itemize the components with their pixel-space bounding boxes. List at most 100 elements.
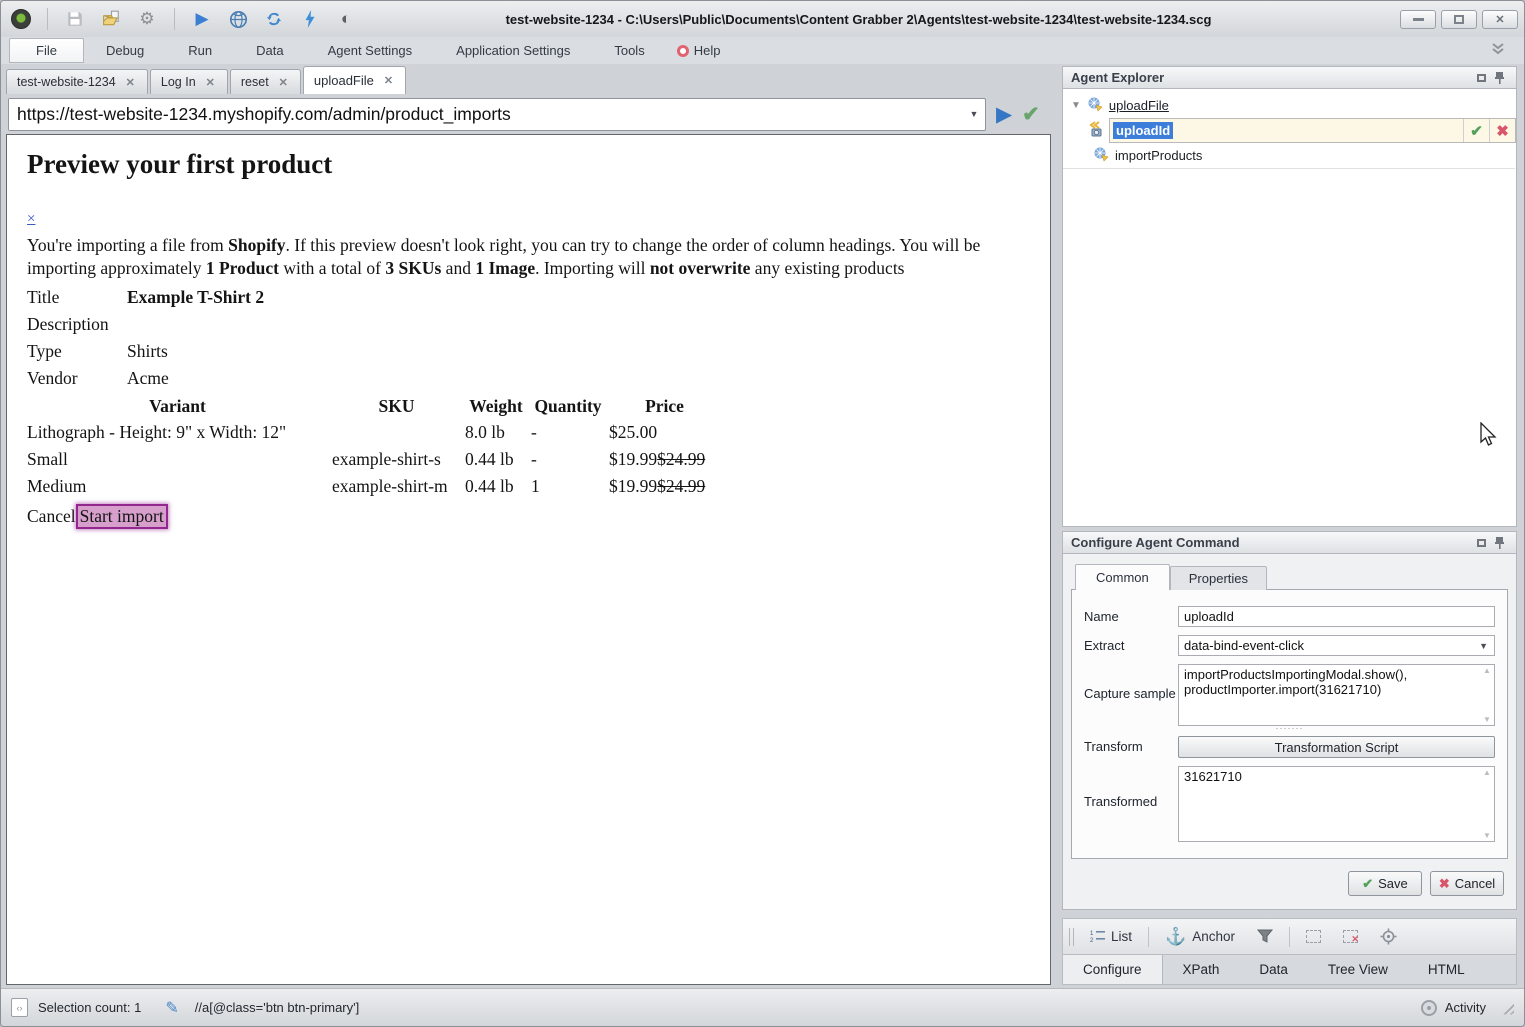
- transform-label: Transform: [1084, 736, 1178, 758]
- transformed-row: Transformed 31621710 ▲▼: [1084, 766, 1495, 842]
- menu-agent-settings[interactable]: Agent Settings: [306, 39, 435, 62]
- start-import-button[interactable]: Start import: [76, 504, 168, 529]
- run-icon[interactable]: ▶: [191, 8, 213, 30]
- resize-grip[interactable]: [1500, 1001, 1514, 1015]
- status-bar: ‹› Selection count: 1 ✎ //a[@class='btn …: [1, 988, 1524, 1026]
- extract-select[interactable]: data-bind-event-click ▼: [1178, 635, 1495, 656]
- x-icon: ✖: [1439, 876, 1450, 892]
- save-cancel-row: ✔ Save ✖ Cancel: [1071, 859, 1508, 896]
- browser-globe-icon[interactable]: [227, 8, 249, 30]
- list-icon: 12: [1090, 929, 1105, 944]
- extract-label: Extract: [1084, 635, 1178, 656]
- open-file-icon[interactable]: [100, 8, 122, 30]
- menu-data[interactable]: Data: [234, 39, 305, 62]
- select-region-button[interactable]: [1300, 927, 1327, 946]
- panel-maximize-icon[interactable]: [1472, 74, 1490, 82]
- tab-close-icon[interactable]: ✕: [382, 74, 395, 87]
- settings-gear-icon[interactable]: ⚙: [136, 8, 158, 30]
- app-logo-icon[interactable]: [11, 9, 31, 29]
- apply-check-icon[interactable]: ✔: [1022, 104, 1040, 125]
- tab-uploadfile[interactable]: uploadFile✕: [303, 66, 406, 94]
- maximize-button[interactable]: [1441, 10, 1477, 29]
- tab-reset[interactable]: reset✕: [230, 69, 301, 94]
- tab-close-icon[interactable]: ✕: [204, 76, 217, 89]
- menu-run[interactable]: Run: [166, 39, 234, 62]
- cancel-rename-icon[interactable]: ✖: [1489, 119, 1515, 142]
- transformation-script-button[interactable]: Transformation Script: [1178, 736, 1495, 758]
- tab-html[interactable]: HTML: [1408, 955, 1485, 984]
- tab-configure[interactable]: Configure: [1063, 955, 1163, 984]
- save-button[interactable]: ✔ Save: [1348, 871, 1422, 896]
- product-fields: TitleExample T-Shirt 2 Description TypeS…: [27, 284, 1050, 392]
- clear-selection-button[interactable]: ✕: [1337, 927, 1364, 946]
- tree-item-uploadfile[interactable]: ▼ uploadFile: [1063, 93, 1516, 118]
- command-form: Name Extract data-bind-event-click ▼: [1071, 589, 1508, 859]
- toolbar-grip[interactable]: [1069, 928, 1074, 946]
- tree-item-uploadid[interactable]: uploadId ✔ ✖: [1089, 118, 1516, 143]
- window-controls: ✕: [1400, 10, 1518, 29]
- page-title: Preview your first product: [27, 149, 1050, 180]
- tree-item-importproducts[interactable]: importProducts: [1063, 143, 1515, 169]
- tab-data[interactable]: Data: [1239, 955, 1308, 984]
- configure-panel-title: Configure Agent Command: [1071, 535, 1240, 550]
- view-tabs: Configure XPath Data Tree View HTML: [1062, 955, 1517, 985]
- tab-properties[interactable]: Properties: [1170, 566, 1267, 590]
- name-input[interactable]: [1178, 606, 1495, 627]
- tab-xpath[interactable]: XPath: [1163, 955, 1240, 984]
- title-bar: ⚙ ▶ ◐ test-website-1234 - C:\Users\Publi…: [1, 1, 1524, 37]
- save-icon[interactable]: [64, 8, 86, 30]
- minimize-button[interactable]: [1400, 10, 1436, 29]
- tab-log-in[interactable]: Log In✕: [150, 69, 228, 94]
- anchor-button[interactable]: ⚓ Anchor: [1159, 924, 1241, 950]
- close-button[interactable]: ✕: [1482, 10, 1518, 29]
- menu-application-settings[interactable]: Application Settings: [434, 39, 592, 62]
- scrollbar[interactable]: ▲▼: [1480, 768, 1494, 840]
- contrast-icon[interactable]: ◐: [335, 8, 357, 30]
- url-input[interactable]: [9, 99, 963, 130]
- modal-close-link[interactable]: ×: [27, 211, 35, 228]
- tab-close-icon[interactable]: ✕: [124, 76, 137, 89]
- list-button[interactable]: 12 List: [1084, 926, 1138, 947]
- edit-xpath-icon[interactable]: ✎: [165, 998, 178, 1018]
- tab-tree-view[interactable]: Tree View: [1308, 955, 1408, 984]
- tab-common[interactable]: Common: [1075, 564, 1170, 590]
- menu-help[interactable]: Help: [667, 39, 731, 62]
- debug-bolt-icon[interactable]: [299, 8, 321, 30]
- url-dropdown-icon[interactable]: ▼: [963, 99, 985, 130]
- node-name-editor[interactable]: uploadId ✔ ✖: [1109, 118, 1516, 143]
- cancel-button[interactable]: ✖ Cancel: [1430, 871, 1504, 896]
- ribbon-collapse-icon[interactable]: [1490, 43, 1506, 58]
- url-combo: ▼: [8, 98, 986, 131]
- transformed-box[interactable]: 31621710: [1178, 766, 1495, 842]
- navigate-play-icon[interactable]: ▶: [996, 104, 1012, 125]
- transform-row: Transform Transformation Script: [1084, 736, 1495, 758]
- activity-label[interactable]: Activity: [1445, 1000, 1486, 1015]
- filter-button[interactable]: [1251, 926, 1279, 947]
- panel-pin-icon[interactable]: [1490, 71, 1508, 84]
- menu-tools[interactable]: Tools: [592, 39, 666, 62]
- expander-icon[interactable]: ▼: [1071, 100, 1081, 111]
- capture-sample-box[interactable]: importProductsImportingModal.show(), pro…: [1178, 664, 1495, 726]
- menu-file[interactable]: File: [9, 38, 84, 63]
- scrollbar[interactable]: ▲▼: [1480, 666, 1494, 724]
- activity-icon: [1421, 1000, 1437, 1016]
- transformed-label: Transformed: [1084, 766, 1178, 842]
- panel-pin-icon[interactable]: [1490, 536, 1508, 549]
- field-title: TitleExample T-Shirt 2: [27, 284, 1050, 311]
- confirm-rename-icon[interactable]: ✔: [1463, 119, 1489, 142]
- capture-icon: [1089, 121, 1106, 141]
- extract-row: Extract data-bind-event-click ▼: [1084, 635, 1495, 656]
- capture-sample-row: Capture sample importProductsImportingMo…: [1084, 664, 1495, 726]
- panel-maximize-icon[interactable]: [1472, 539, 1490, 547]
- configure-panel-header: Configure Agent Command: [1062, 531, 1517, 554]
- cancel-link[interactable]: Cancel: [27, 506, 76, 527]
- tab-test-website-1234[interactable]: test-website-1234✕: [6, 69, 148, 94]
- configure-agent-command-panel: Configure Agent Command Common Propertie…: [1062, 531, 1517, 985]
- refresh-icon[interactable]: [263, 8, 285, 30]
- table-row: Small example-shirt-s 0.44 lb - $19.99$2…: [27, 447, 724, 474]
- browser-pane: test-website-1234✕ Log In✕ reset✕ upload…: [1, 64, 1055, 988]
- tab-close-icon[interactable]: ✕: [277, 76, 290, 89]
- document-tabs: test-website-1234✕ Log In✕ reset✕ upload…: [6, 66, 1051, 94]
- locate-target-button[interactable]: [1374, 925, 1403, 948]
- menu-debug[interactable]: Debug: [84, 39, 166, 62]
